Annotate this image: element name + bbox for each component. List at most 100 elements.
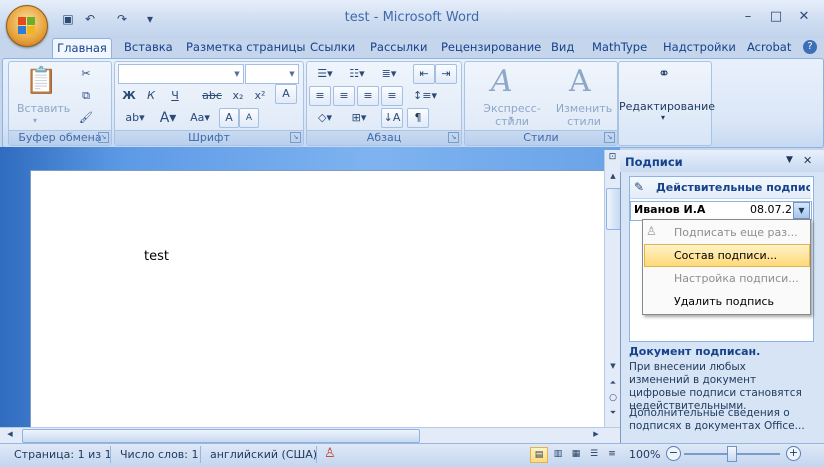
font-size-combo[interactable]: ▼ — [245, 64, 299, 84]
horizontal-scroll-thumb[interactable] — [22, 429, 420, 443]
help-icon[interactable]: ? — [803, 40, 817, 54]
bullets-icon[interactable]: ☰▾ — [309, 64, 341, 84]
browse-object-icon[interactable]: ○ — [607, 393, 619, 405]
shrink-font-icon[interactable]: A — [239, 108, 259, 128]
signature-dropdown-icon[interactable]: ▼ — [793, 202, 810, 219]
menu-item-sign-again[interactable]: Подписать еще раз... — [674, 226, 798, 239]
subscript-icon[interactable]: x₂ — [227, 86, 249, 106]
sort-icon[interactable]: ↓A — [381, 108, 403, 128]
strikethrough-icon[interactable]: abc — [199, 86, 225, 106]
minimize-icon[interactable]: – — [736, 7, 760, 27]
change-case-icon[interactable]: Aa▾ — [185, 108, 215, 128]
align-right-icon[interactable]: ≡ — [357, 86, 379, 106]
copy-icon[interactable]: ⧉ — [75, 86, 97, 106]
numbering-icon[interactable]: ☷▾ — [341, 64, 373, 84]
horizontal-scrollbar[interactable]: ◀ ▶ — [0, 427, 620, 444]
italic-icon[interactable]: К — [141, 86, 161, 106]
tab-review[interactable]: Рецензирование — [441, 38, 541, 58]
digital-signature-status-icon[interactable]: ♙ — [324, 446, 336, 461]
vertical-scroll-thumb[interactable] — [606, 188, 621, 230]
font-name-combo[interactable]: ▼ — [118, 64, 244, 84]
pane-close-icon[interactable]: ✕ — [803, 154, 812, 167]
cut-icon[interactable]: ✂ — [75, 64, 97, 84]
full-screen-reading-icon[interactable]: ▥ — [550, 447, 566, 461]
print-layout-view-icon[interactable]: ▤ — [530, 447, 548, 463]
scroll-up-icon[interactable]: ▲ — [607, 172, 619, 184]
scroll-down-icon[interactable]: ▼ — [607, 362, 619, 374]
clipboard-group-label: Буфер обмена — [9, 130, 111, 145]
change-styles-button[interactable]: Изменить — [555, 102, 613, 115]
document-page[interactable] — [30, 170, 605, 429]
show-formatting-icon[interactable]: ¶ — [407, 108, 429, 128]
format-painter-icon[interactable]: 🖌 — [75, 108, 97, 128]
underline-icon[interactable]: Ч — [165, 86, 185, 106]
ruler-toggle-icon[interactable]: ⊡ — [606, 152, 619, 166]
justify-icon[interactable]: ≡ — [381, 86, 403, 106]
multilevel-list-icon[interactable]: ≣▾ — [373, 64, 405, 84]
line-spacing-icon[interactable]: ↕≡▾ — [409, 86, 441, 106]
maximize-icon[interactable]: □ — [764, 7, 788, 27]
binoculars-icon[interactable]: ⚭ — [653, 66, 675, 86]
document-text[interactable]: test — [144, 249, 169, 264]
quick-styles-dropdown-icon[interactable]: ▾ — [509, 114, 513, 123]
scroll-right-icon[interactable]: ▶ — [590, 430, 602, 442]
draft-view-icon[interactable]: ≡ — [604, 447, 620, 461]
next-page-icon[interactable]: ⏷ — [607, 408, 619, 420]
tab-mailings[interactable]: Рассылки — [370, 38, 427, 58]
paragraph-launcher-icon[interactable]: ↘ — [448, 132, 459, 143]
tab-page-layout[interactable]: Разметка страницы — [186, 38, 305, 58]
zoom-level[interactable]: 100% — [629, 448, 660, 461]
increase-indent-icon[interactable]: ⇥ — [435, 64, 457, 84]
menu-item-remove-signature[interactable]: Удалить подпись — [674, 295, 774, 308]
word-count[interactable]: Число слов: 1 — [120, 448, 199, 461]
outline-view-icon[interactable]: ☰ — [586, 447, 602, 461]
office-button[interactable] — [6, 5, 48, 47]
menu-item-signature-details[interactable]: Состав подписи... — [674, 249, 777, 262]
tab-addins[interactable]: Надстройки — [663, 38, 736, 58]
paste-dropdown-icon[interactable]: ▾ — [33, 116, 37, 125]
clipboard-launcher-icon[interactable]: ↘ — [98, 132, 109, 143]
bold-icon[interactable]: Ж — [119, 86, 139, 106]
decrease-indent-icon[interactable]: ⇤ — [413, 64, 435, 84]
learn-more-link[interactable]: Дополнительные сведения о подписях в док… — [629, 407, 809, 433]
clear-formatting-icon[interactable]: A — [275, 84, 297, 104]
font-size-dropdown-icon[interactable]: ▼ — [286, 65, 298, 83]
paste-icon[interactable]: 📋 — [25, 66, 57, 102]
paste-button[interactable]: Вставить — [17, 102, 70, 115]
font-name-dropdown-icon[interactable]: ▼ — [231, 65, 243, 83]
editing-dropdown-icon[interactable]: ▾ — [661, 113, 665, 122]
page-count[interactable]: Страница: 1 из 1 — [14, 448, 112, 461]
change-styles-icon[interactable]: A — [569, 64, 591, 99]
tab-acrobat[interactable]: Acrobat — [747, 38, 791, 58]
font-color-icon[interactable]: A▾ — [155, 108, 181, 128]
zoom-slider-thumb[interactable] — [727, 446, 737, 462]
align-left-icon[interactable]: ≡ — [309, 86, 331, 106]
zoom-out-icon[interactable]: − — [666, 446, 681, 461]
tab-mathtype[interactable]: MathType — [592, 38, 647, 58]
pane-options-icon[interactable]: ▼ — [786, 155, 793, 165]
quick-styles-icon[interactable]: A — [491, 64, 513, 99]
tab-home[interactable]: Главная — [52, 38, 112, 59]
font-launcher-icon[interactable]: ↘ — [290, 132, 301, 143]
align-center-icon[interactable]: ≡ — [333, 86, 355, 106]
previous-page-icon[interactable]: ⏶ — [607, 378, 619, 390]
font-group-label: Шрифт — [115, 130, 303, 145]
zoom-in-icon[interactable]: + — [786, 446, 801, 461]
editing-button[interactable]: Редактирование — [619, 100, 715, 113]
superscript-icon[interactable]: x² — [249, 86, 271, 106]
grow-font-icon[interactable]: A — [219, 108, 239, 128]
styles-launcher-icon[interactable]: ↘ — [604, 132, 615, 143]
menu-item-signature-setup[interactable]: Настройка подписи... — [674, 272, 799, 285]
vertical-scrollbar[interactable]: ⊡ ▲ ▼ ⏶ ○ ⏷ — [604, 150, 621, 427]
signer-name: Иванов И.А — [634, 203, 706, 216]
highlight-icon[interactable]: ab▾ — [119, 108, 151, 128]
tab-view[interactable]: Вид — [551, 38, 574, 58]
borders-icon[interactable]: ⊞▾ — [343, 108, 375, 128]
web-layout-icon[interactable]: ▦ — [568, 447, 584, 461]
shading-icon[interactable]: ◇▾ — [309, 108, 341, 128]
scroll-left-icon[interactable]: ◀ — [4, 430, 16, 442]
tab-references[interactable]: Ссылки — [310, 38, 355, 58]
language-status[interactable]: английский (США) — [210, 448, 317, 461]
tab-insert[interactable]: Вставка — [124, 38, 173, 58]
close-icon[interactable]: ✕ — [792, 7, 816, 27]
